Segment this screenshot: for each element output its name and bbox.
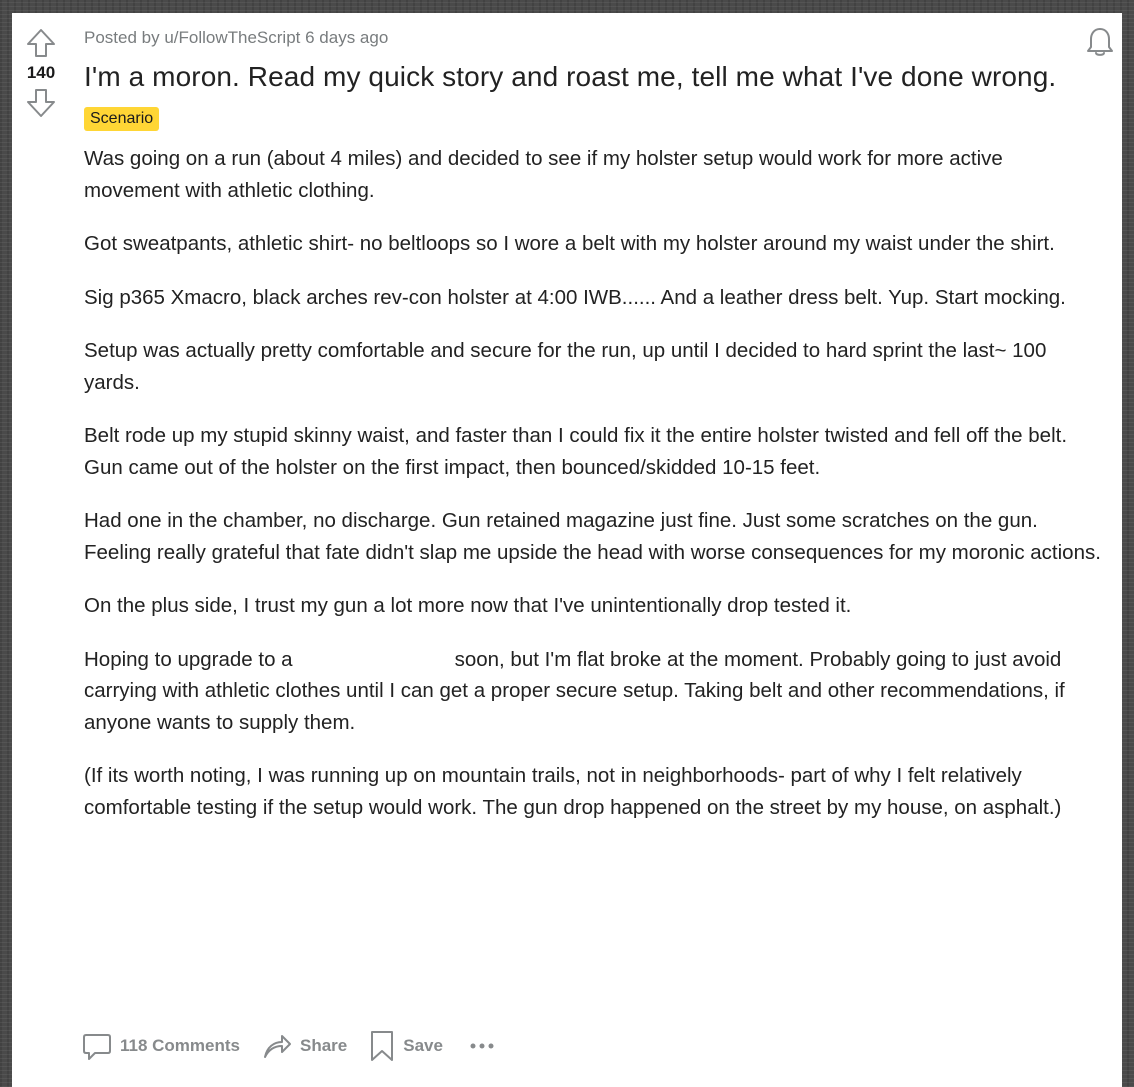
post-body: Was going on a run (about 4 miles) and d… xyxy=(84,143,1104,823)
comments-button[interactable]: 118 Comments xyxy=(82,1026,240,1066)
comments-count-label: 118 Comments xyxy=(120,1036,240,1055)
post-age: 6 days ago xyxy=(300,28,389,47)
save-button[interactable]: Save xyxy=(369,1026,443,1066)
body-paragraph: Setup was actually pretty comfortable an… xyxy=(84,339,1047,394)
comment-bubble-icon xyxy=(83,1034,111,1060)
body-paragraph: (If its worth noting, I was running up o… xyxy=(84,764,1062,819)
downvote-arrow-icon xyxy=(27,89,55,117)
bookmark-icon xyxy=(371,1031,394,1061)
upvote-button[interactable] xyxy=(25,27,57,59)
body-paragraph: Was going on a run (about 4 miles) and d… xyxy=(84,147,1003,202)
body-paragraph: Got sweatpants, athletic shirt- no beltl… xyxy=(84,232,1055,255)
more-options-button[interactable] xyxy=(465,1026,499,1066)
posted-by-label: Posted by xyxy=(84,28,165,47)
body-paragraph: Hoping to upgrade to a soon, but I'm flat… xyxy=(84,644,1104,739)
post-title[interactable]: I'm a moron. Read my quick story and roa… xyxy=(84,59,1104,95)
redaction-block xyxy=(292,649,455,672)
share-button[interactable]: Share xyxy=(262,1026,347,1066)
paragraph-text-start: Hoping to upgrade to a xyxy=(84,647,293,671)
vote-column: 140 xyxy=(12,13,70,119)
body-paragraph: Had one in the chamber, no discharge. Gu… xyxy=(84,509,1101,564)
ellipsis-icon xyxy=(470,1043,494,1049)
downvote-button[interactable] xyxy=(25,87,57,119)
post-card: 140 Posted by u/FollowTheScript 6 days a… xyxy=(12,13,1122,1087)
share-label: Share xyxy=(300,1036,348,1055)
body-paragraph: On the plus side, I trust my gun a lot m… xyxy=(84,594,852,617)
post-flair[interactable]: Scenario xyxy=(84,107,160,131)
post-meta: Posted by u/FollowTheScript 6 days ago xyxy=(84,27,1104,49)
post-content: Posted by u/FollowTheScript 6 days ago I… xyxy=(84,13,1104,823)
vote-score: 140 xyxy=(26,63,56,82)
upvote-arrow-icon xyxy=(27,29,55,57)
post-actions-bar: 118 Comments Share Save xyxy=(82,1025,499,1067)
body-paragraph: Belt rode up my stupid skinny waist, and… xyxy=(84,424,1068,479)
save-label: Save xyxy=(403,1036,443,1055)
body-paragraph: Sig p365 Xmacro, black arches rev-con ho… xyxy=(84,285,1066,309)
author-link[interactable]: u/FollowTheScript xyxy=(164,28,300,47)
share-arrow-icon xyxy=(264,1035,291,1058)
